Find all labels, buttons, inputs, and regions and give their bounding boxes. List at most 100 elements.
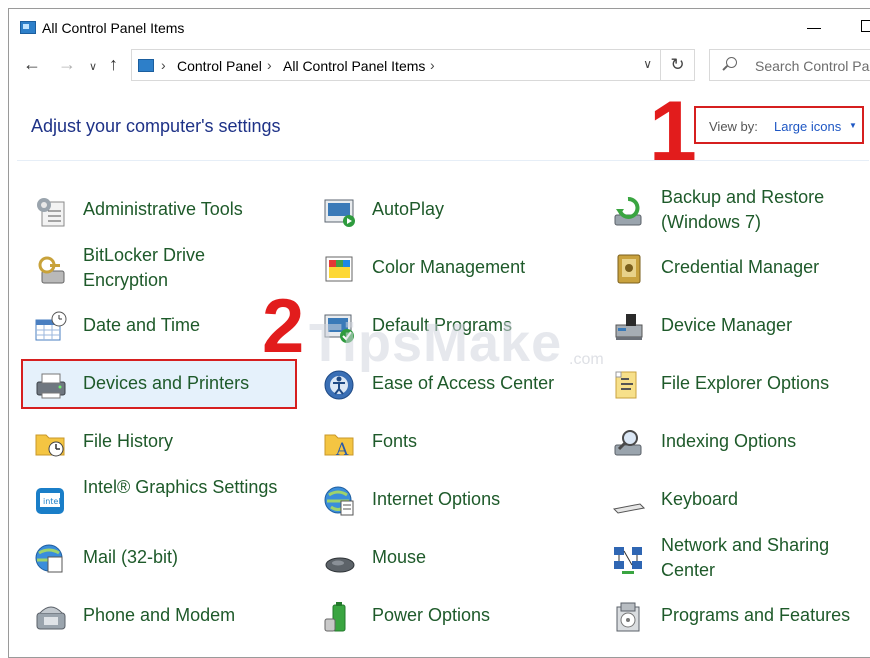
control-panel-item-label: Keyboard [661,489,739,509]
phone-modem-icon [33,601,67,633]
control-panel-item-label: File History [83,431,174,451]
breadcrumb-chevron-icon[interactable]: › [430,57,435,73]
address-dropdown-icon[interactable]: ∨ [643,57,652,71]
bitlocker-icon [33,253,67,285]
view-by-label: View by: [709,119,758,134]
watermark-logo: TipsMake [309,313,563,373]
svg-text:A: A [335,440,349,459]
network-sharing-icon [611,543,645,575]
mouse-icon [322,543,356,575]
control-panel-item-label: AutoPlay [372,199,445,219]
control-panel-item-label: Power Options [372,605,491,625]
control-panel-item-label: Network and Sharing Center [661,535,830,580]
control-panel-item-label: Programs and Features [661,605,851,625]
mail-icon [33,543,67,575]
control-panel-item-label: Device Manager [661,315,793,335]
control-panel-item[interactable]: Date and Time [21,301,297,351]
control-panel-item-label: Date and Time [83,315,201,335]
page-heading: Adjust your computer's settings [31,116,281,136]
control-panel-item[interactable]: AutoPlay [310,185,586,235]
control-panel-item[interactable]: Mouse [310,533,586,583]
control-panel-item-label: Indexing Options [661,431,797,451]
svg-text:intel: intel [43,497,61,506]
device-manager-icon [611,311,645,343]
control-panel-window: All Control Panel Items ← → ∨ ↑ › Contro… [8,8,870,658]
file-history-icon [33,427,67,459]
search-icon [726,57,737,68]
control-panel-item-label: Color Management [372,257,526,277]
control-panel-item[interactable]: Mail (32-bit) [21,533,297,583]
control-panel-item[interactable]: Programs and Features [599,591,870,641]
control-panel-item[interactable]: Administrative Tools [21,185,297,235]
control-panel-item-label: Mouse [372,547,427,567]
indexing-options-icon [611,427,645,459]
control-panel-item-label: Mail (32-bit) [83,547,179,567]
control-panel-item-label: Internet Options [372,489,501,509]
credential-manager-icon [611,253,645,285]
breadcrumb-chevron-icon[interactable]: › [161,57,166,73]
control-panel-item-label: Ease of Access Center [372,373,555,393]
control-panel-item-label: Backup and Restore (Windows 7) [661,187,825,232]
internet-options-icon [322,485,356,517]
control-panel-item-label: Credential Manager [661,257,820,277]
refresh-button[interactable]: ↻ [661,49,695,81]
forward-arrow-icon[interactable]: → [58,53,76,75]
power-options-icon [322,601,356,633]
breadcrumb-chevron-icon[interactable]: › [267,57,272,73]
control-panel-item[interactable]: intel Intel® Graphics Settings [21,475,297,525]
control-panel-item[interactable]: Indexing Options [599,417,870,467]
keyboard-icon [611,485,646,517]
annotation-number-2: 2 [262,284,305,369]
control-panel-item-label: Fonts [372,431,418,451]
control-panel-item[interactable]: Keyboard [599,475,870,525]
recent-locations-chevron-icon[interactable]: ∨ [89,56,97,78]
control-panel-item-label: Devices and Printers [83,373,250,393]
control-panel-item[interactable]: Color Management [310,243,586,293]
navigation-bar: ← → ∨ ↑ › Control Panel › All Control Pa… [9,47,870,83]
control-panel-item[interactable]: Phone and Modem [21,591,297,641]
address-bar[interactable]: › Control Panel › All Control Panel Item… [131,49,661,81]
window-title: All Control Panel Items [42,20,185,36]
control-panel-item[interactable]: Credential Manager [599,243,870,293]
watermark-suffix: .com [569,351,604,368]
header-divider [17,160,869,161]
title-bar: All Control Panel Items [9,9,870,43]
control-panel-item[interactable]: Power Options [310,591,586,641]
breadcrumb-all-items[interactable]: All Control Panel Items [283,58,425,74]
back-arrow-icon[interactable]: ← [23,53,41,75]
control-panel-item[interactable]: BitLocker Drive Encryption [21,243,297,293]
control-panel-item[interactable]: File History [21,417,297,467]
maximize-button[interactable] [861,20,870,32]
breadcrumb-control-panel[interactable]: Control Panel [177,58,262,74]
file-explorer-options-icon [611,369,645,401]
administrative-tools-icon [33,195,67,227]
control-panel-item[interactable]: Device Manager [599,301,870,351]
intel-graphics-icon: intel [33,485,67,517]
control-panel-item[interactable]: File Explorer Options [599,359,870,409]
control-panel-item-label: File Explorer Options [661,373,830,393]
control-panel-item-label: Phone and Modem [83,605,236,625]
view-by-control: View by: Large icons ▼ [694,106,864,144]
fonts-icon: A [322,427,356,460]
date-time-icon [33,311,67,343]
search-box[interactable]: Search Control Panel [709,49,870,81]
control-panel-item[interactable]: Devices and Printers [21,359,297,409]
control-panel-item[interactable]: A Fonts [310,417,586,467]
control-panel-icon [20,21,36,34]
dropdown-caret-icon[interactable]: ▼ [849,121,857,130]
control-panel-item-label: Intel® Graphics Settings [83,477,278,497]
control-panel-item[interactable]: Internet Options [310,475,586,525]
control-panel-item-label: Administrative Tools [83,199,243,219]
backup-restore-icon [611,195,645,227]
annotation-number-1: 1 [649,84,697,180]
control-panel-item[interactable]: Network and Sharing Center [599,533,870,583]
view-by-dropdown[interactable]: Large icons [774,119,841,134]
control-panel-item[interactable]: Backup and Restore (Windows 7) [599,185,870,235]
minimize-button[interactable] [807,28,821,29]
color-management-icon [322,253,356,285]
refresh-icon: ↻ [670,55,685,74]
up-arrow-icon[interactable]: ↑ [109,53,118,75]
programs-features-icon [611,601,645,633]
devices-printers-icon [33,369,67,401]
search-placeholder: Search Control Panel [755,58,870,74]
